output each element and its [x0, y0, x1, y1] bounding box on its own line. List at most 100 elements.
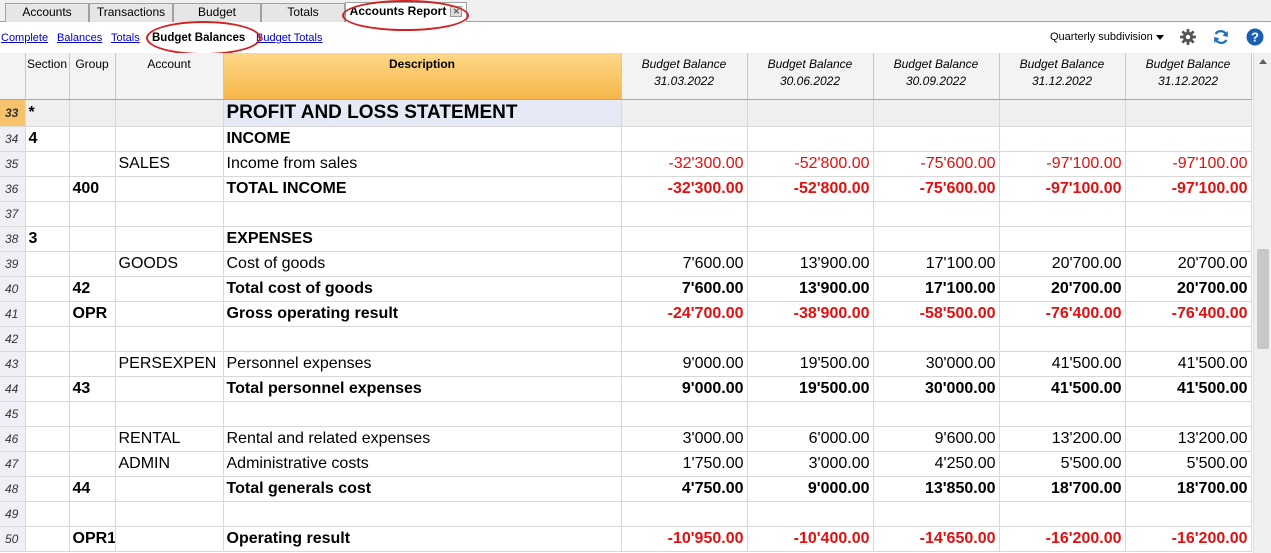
table-row[interactable]: 50 OPR1 Operating result -10'950.00 -10'400.… — [0, 526, 1252, 552]
cell-budget-balance[interactable]: 17'100.00 — [873, 251, 1000, 277]
row-number[interactable]: 40 — [0, 276, 26, 302]
cell-budget-balance[interactable]: -52'800.00 — [747, 151, 874, 177]
cell-section[interactable]: * — [25, 99, 70, 127]
cell-budget-balance[interactable]: 13'200.00 — [1125, 426, 1252, 452]
cell-description[interactable]: Total cost of goods — [223, 276, 622, 302]
cell-budget-balance[interactable] — [873, 501, 1000, 527]
row-number[interactable]: 49 — [0, 501, 26, 527]
cell-section[interactable] — [25, 326, 70, 352]
cell-description[interactable]: Total personnel expenses — [223, 376, 622, 402]
cell-group[interactable] — [69, 426, 116, 452]
cell-account[interactable]: GOODS — [115, 251, 224, 277]
cell-budget-balance[interactable] — [873, 99, 1000, 127]
vertical-scrollbar[interactable] — [1253, 53, 1271, 553]
cell-section[interactable]: 4 — [25, 126, 70, 152]
cell-budget-balance[interactable]: -16'200.00 — [999, 526, 1126, 552]
cell-budget-balance[interactable]: 9'600.00 — [873, 426, 1000, 452]
cell-budget-balance[interactable] — [999, 326, 1126, 352]
tab-accounts-report[interactable]: Accounts Report ✕ — [345, 2, 467, 22]
cell-budget-balance[interactable]: -75'600.00 — [873, 176, 1000, 202]
link-budget-totals[interactable]: Budget Totals — [256, 32, 322, 44]
cell-description[interactable]: Rental and related expenses — [223, 426, 622, 452]
cell-budget-balance[interactable]: -32'300.00 — [621, 176, 748, 202]
cell-account[interactable] — [115, 126, 224, 152]
cell-budget-balance[interactable]: 19'500.00 — [747, 376, 874, 402]
cell-budget-balance[interactable]: -97'100.00 — [1125, 151, 1252, 177]
cell-budget-balance[interactable]: 20'700.00 — [999, 276, 1126, 302]
cell-budget-balance[interactable]: 13'900.00 — [747, 251, 874, 277]
cell-budget-balance[interactable] — [621, 326, 748, 352]
cell-budget-balance[interactable]: 7'600.00 — [621, 251, 748, 277]
cell-section[interactable] — [25, 176, 70, 202]
row-number[interactable]: 47 — [0, 451, 26, 477]
cell-budget-balance[interactable]: 7'600.00 — [621, 276, 748, 302]
cell-group[interactable]: 42 — [69, 276, 116, 302]
cell-section[interactable] — [25, 151, 70, 177]
cell-description[interactable]: Operating result — [223, 526, 622, 552]
cell-budget-balance[interactable]: 18'700.00 — [1125, 476, 1252, 502]
cell-budget-balance[interactable]: -10'950.00 — [621, 526, 748, 552]
cell-group[interactable] — [69, 251, 116, 277]
row-number[interactable]: 33 — [0, 99, 26, 127]
cell-description[interactable]: Total generals cost — [223, 476, 622, 502]
table-row[interactable]: 42 — [0, 326, 1252, 352]
table-row[interactable]: 49 — [0, 501, 1252, 527]
cell-budget-balance[interactable]: 20'700.00 — [1125, 276, 1252, 302]
link-totals[interactable]: Totals — [111, 32, 140, 44]
cell-group[interactable]: 400 — [69, 176, 116, 202]
row-number[interactable]: 50 — [0, 526, 26, 552]
cell-budget-balance[interactable] — [873, 226, 1000, 252]
table-row[interactable]: 36 400 TOTAL INCOME -32'300.00 -52'800.00 -75… — [0, 176, 1252, 202]
cell-budget-balance[interactable]: -76'400.00 — [1125, 301, 1252, 327]
table-row[interactable]: 37 — [0, 201, 1252, 227]
cell-budget-balance[interactable]: 19'500.00 — [747, 351, 874, 377]
cell-budget-balance[interactable]: 41'500.00 — [1125, 351, 1252, 377]
cell-account[interactable] — [115, 99, 224, 127]
cell-description[interactable]: Administrative costs — [223, 451, 622, 477]
table-row[interactable]: 39 GOODS Cost of goods 7'600.00 13'900.00 17'… — [0, 251, 1252, 277]
row-number[interactable]: 36 — [0, 176, 26, 202]
cell-budget-balance[interactable]: 4'750.00 — [621, 476, 748, 502]
cell-budget-balance[interactable] — [747, 501, 874, 527]
cell-budget-balance[interactable]: 20'700.00 — [999, 251, 1126, 277]
cell-description[interactable]: Income from sales — [223, 151, 622, 177]
scroll-up-arrow-icon[interactable] — [1259, 59, 1267, 64]
column-header-budget-balance-3[interactable]: Budget Balance 30.09.2022 — [873, 53, 1000, 100]
cell-budget-balance[interactable] — [747, 201, 874, 227]
cell-group[interactable] — [69, 226, 116, 252]
table-row[interactable]: 34 4 INCOME — [0, 126, 1252, 152]
cell-account[interactable] — [115, 501, 224, 527]
cell-budget-balance[interactable]: -24'700.00 — [621, 301, 748, 327]
help-icon[interactable]: ? — [1246, 28, 1264, 46]
cell-group[interactable] — [69, 351, 116, 377]
scrollbar-thumb[interactable] — [1257, 249, 1269, 349]
cell-budget-balance[interactable] — [1125, 226, 1252, 252]
cell-budget-balance[interactable] — [747, 99, 874, 127]
cell-budget-balance[interactable]: 1'750.00 — [621, 451, 748, 477]
cell-budget-balance[interactable] — [1125, 126, 1252, 152]
cell-budget-balance[interactable] — [999, 226, 1126, 252]
cell-section[interactable] — [25, 501, 70, 527]
row-number[interactable]: 44 — [0, 376, 26, 402]
cell-budget-balance[interactable]: 6'000.00 — [747, 426, 874, 452]
cell-description[interactable]: Gross operating result — [223, 301, 622, 327]
cell-section[interactable] — [25, 351, 70, 377]
cell-section[interactable] — [25, 426, 70, 452]
table-row[interactable]: 44 43 Total personnel expenses 9'000.00 19'5… — [0, 376, 1252, 402]
link-budget-balances[interactable]: Budget Balances — [152, 32, 245, 44]
cell-budget-balance[interactable] — [1125, 401, 1252, 427]
cell-budget-balance[interactable]: -16'200.00 — [1125, 526, 1252, 552]
row-number[interactable]: 34 — [0, 126, 26, 152]
row-number[interactable]: 45 — [0, 401, 26, 427]
row-number[interactable]: 46 — [0, 426, 26, 452]
column-header-budget-balance-2[interactable]: Budget Balance 30.06.2022 — [747, 53, 874, 100]
tab-totals[interactable]: Totals — [261, 3, 345, 22]
cell-section[interactable] — [25, 301, 70, 327]
cell-account[interactable] — [115, 376, 224, 402]
cell-budget-balance[interactable]: 9'000.00 — [621, 376, 748, 402]
cell-description[interactable] — [223, 326, 622, 352]
cell-description[interactable]: INCOME — [223, 126, 622, 152]
tab-accounts[interactable]: Accounts — [5, 3, 89, 22]
cell-group[interactable] — [69, 326, 116, 352]
cell-description[interactable]: TOTAL INCOME — [223, 176, 622, 202]
